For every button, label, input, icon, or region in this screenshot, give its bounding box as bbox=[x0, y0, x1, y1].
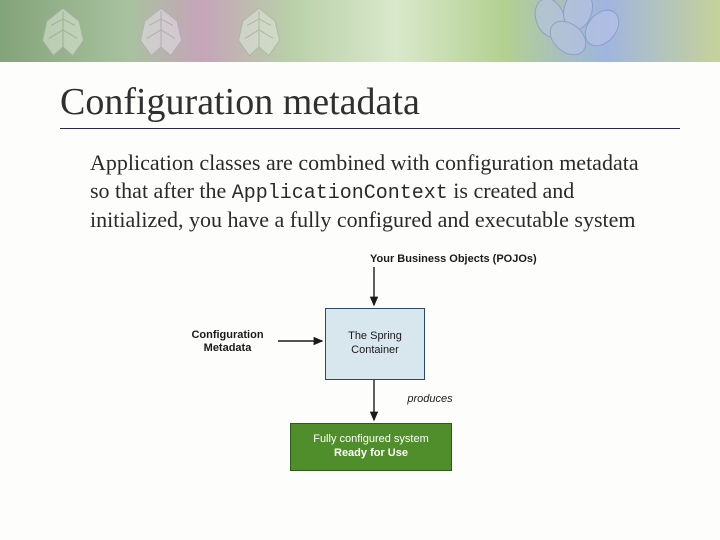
pojos-label: Your Business Objects (POJOs) bbox=[370, 253, 550, 266]
ready-line2: Ready for Use bbox=[334, 447, 408, 461]
produces-label: produces bbox=[395, 393, 465, 406]
leaf-icon bbox=[134, 6, 188, 60]
slide-body: Application classes are combined with co… bbox=[90, 149, 640, 233]
slide-title: Configuration metadata bbox=[60, 80, 720, 124]
diagram: Your Business Objects (POJOs) Configurat… bbox=[170, 253, 550, 478]
leaf-icon bbox=[36, 6, 90, 60]
spring-container-text: The Spring Container bbox=[348, 330, 402, 358]
config-metadata-label: Configuration Metadata bbox=[180, 329, 275, 355]
spring-container-box: The Spring Container bbox=[325, 308, 425, 380]
title-underline bbox=[60, 128, 680, 129]
decorative-banner bbox=[0, 0, 720, 62]
flower-icon bbox=[520, 0, 640, 62]
leaf-icon bbox=[232, 6, 286, 60]
ready-line1: Fully configured system bbox=[313, 433, 429, 447]
code-applicationcontext: ApplicationContext bbox=[232, 182, 448, 205]
ready-system-box: Fully configured system Ready for Use bbox=[290, 423, 452, 471]
